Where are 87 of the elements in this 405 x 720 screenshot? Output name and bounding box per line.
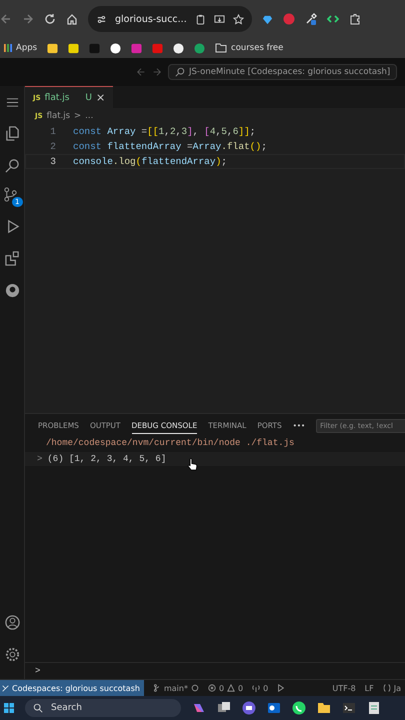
- notepad-icon[interactable]: [367, 701, 381, 715]
- bookmark-label: courses free: [231, 43, 284, 53]
- code-icon[interactable]: [326, 13, 339, 25]
- command-center[interactable]: JS-oneMinute [Codespaces: glorious succotash]: [168, 64, 398, 80]
- braces-icon: [382, 684, 391, 692]
- expand-caret[interactable]: >: [37, 454, 42, 464]
- error-count: 0: [218, 684, 224, 692]
- apps-grid-icon: [4, 44, 12, 52]
- chat-icon[interactable]: [292, 701, 306, 715]
- search-placeholder: Search: [51, 703, 82, 713]
- copilot-icon[interactable]: [192, 701, 206, 715]
- reload-icon[interactable]: [44, 13, 56, 25]
- sync-icon: [190, 684, 199, 692]
- branch-name: main*: [164, 684, 188, 692]
- line-number: 1: [49, 126, 56, 137]
- code-line: const flattendArray =Array.flat();: [72, 141, 267, 152]
- branch-icon: [152, 684, 161, 692]
- remote-label: Codespaces: glorious succotash: [12, 684, 140, 692]
- language-indicator[interactable]: Ja: [382, 684, 401, 692]
- start-icon[interactable]: [4, 703, 14, 713]
- menu-icon[interactable]: [6, 96, 18, 109]
- tab-label: flat.js: [44, 92, 70, 102]
- search-icon[interactable]: [4, 158, 20, 173]
- video-call-icon[interactable]: [242, 701, 256, 715]
- search-icon: [33, 703, 43, 713]
- folder-bookmark[interactable]: courses free: [215, 43, 284, 53]
- untracked-label: U: [85, 92, 92, 102]
- code-line: console.log(flattendArray);: [72, 156, 227, 167]
- problems-indicator[interactable]: 0 0: [208, 684, 244, 692]
- account-icon[interactable]: [4, 615, 20, 630]
- encoding-indicator[interactable]: UTF-8: [332, 684, 356, 692]
- bookmark-icon[interactable]: [173, 42, 184, 54]
- forward-icon[interactable]: [152, 67, 162, 77]
- settings-icon[interactable]: [4, 647, 20, 662]
- home-icon[interactable]: [66, 13, 78, 25]
- extensions-icon[interactable]: [348, 13, 361, 25]
- back-icon[interactable]: [136, 67, 146, 77]
- console-output-line: /home/codespace/nvm/current/bin/node ./flat.js: [45, 438, 296, 450]
- adblock-icon[interactable]: [282, 13, 295, 25]
- warning-count: 0: [238, 684, 244, 692]
- back-icon[interactable]: [0, 13, 12, 25]
- folder-icon[interactable]: [317, 701, 331, 715]
- ports-count: 0: [263, 684, 268, 692]
- eyedropper-icon[interactable]: [304, 13, 317, 25]
- forward-icon[interactable]: [22, 13, 34, 25]
- mail-icon[interactable]: [267, 701, 281, 715]
- files-icon[interactable]: [4, 126, 20, 141]
- taskbar-search-field[interactable]: Search: [25, 699, 181, 717]
- bookmark-icon[interactable]: [68, 42, 80, 54]
- address-bar[interactable]: glorious-succ...: [88, 6, 252, 32]
- branch-icon: [2, 187, 18, 202]
- console-prompt[interactable]: >: [35, 666, 40, 676]
- bookmark-icon[interactable]: [110, 42, 122, 54]
- breadcrumb-item[interactable]: >: [74, 111, 82, 121]
- command-center-text: JS-oneMinute [Codespaces: glorious succotash]: [189, 67, 390, 77]
- search-icon: [175, 67, 185, 77]
- extensions-icon[interactable]: [4, 251, 20, 266]
- apps-bookmark[interactable]: Apps: [4, 43, 38, 53]
- site-settings-icon[interactable]: [96, 14, 107, 24]
- address-text: glorious-succ...: [115, 14, 187, 24]
- code-line: const Array =[[1,2,3], [4,5,6]];: [72, 126, 256, 137]
- task-view-icon[interactable]: [217, 701, 231, 715]
- ports-indicator[interactable]: 0: [252, 684, 268, 692]
- share-icon[interactable]: [277, 684, 286, 692]
- remote-indicator[interactable]: Codespaces: glorious succotash: [0, 680, 144, 696]
- remote-icon: [2, 684, 9, 692]
- close-icon[interactable]: ×: [96, 91, 106, 104]
- line-number: 3: [49, 156, 56, 167]
- warning-icon: [227, 684, 236, 692]
- bookmark-label: Apps: [16, 43, 38, 53]
- diamond-icon[interactable]: [262, 14, 273, 24]
- branch-indicator[interactable]: main*: [152, 684, 199, 692]
- language-label: Ja: [394, 684, 401, 692]
- breadcrumb-item[interactable]: ...: [85, 111, 94, 121]
- line-ending-indicator[interactable]: LF: [364, 684, 374, 692]
- error-icon: [208, 684, 216, 692]
- star-icon[interactable]: [232, 14, 244, 24]
- antenna-icon: [252, 684, 260, 692]
- clipboard-icon[interactable]: [194, 14, 206, 24]
- line-number: 2: [49, 141, 56, 152]
- console-result: (6) [1, 2, 3, 4, 5, 6]: [47, 454, 166, 464]
- breadcrumb-item[interactable]: flat.js: [46, 111, 70, 121]
- install-app-icon[interactable]: [214, 14, 225, 24]
- terminal-icon[interactable]: [342, 701, 356, 715]
- pointer-cursor-icon: [187, 456, 198, 472]
- folder-icon: [215, 43, 228, 53]
- bookmark-icon[interactable]: [47, 42, 58, 54]
